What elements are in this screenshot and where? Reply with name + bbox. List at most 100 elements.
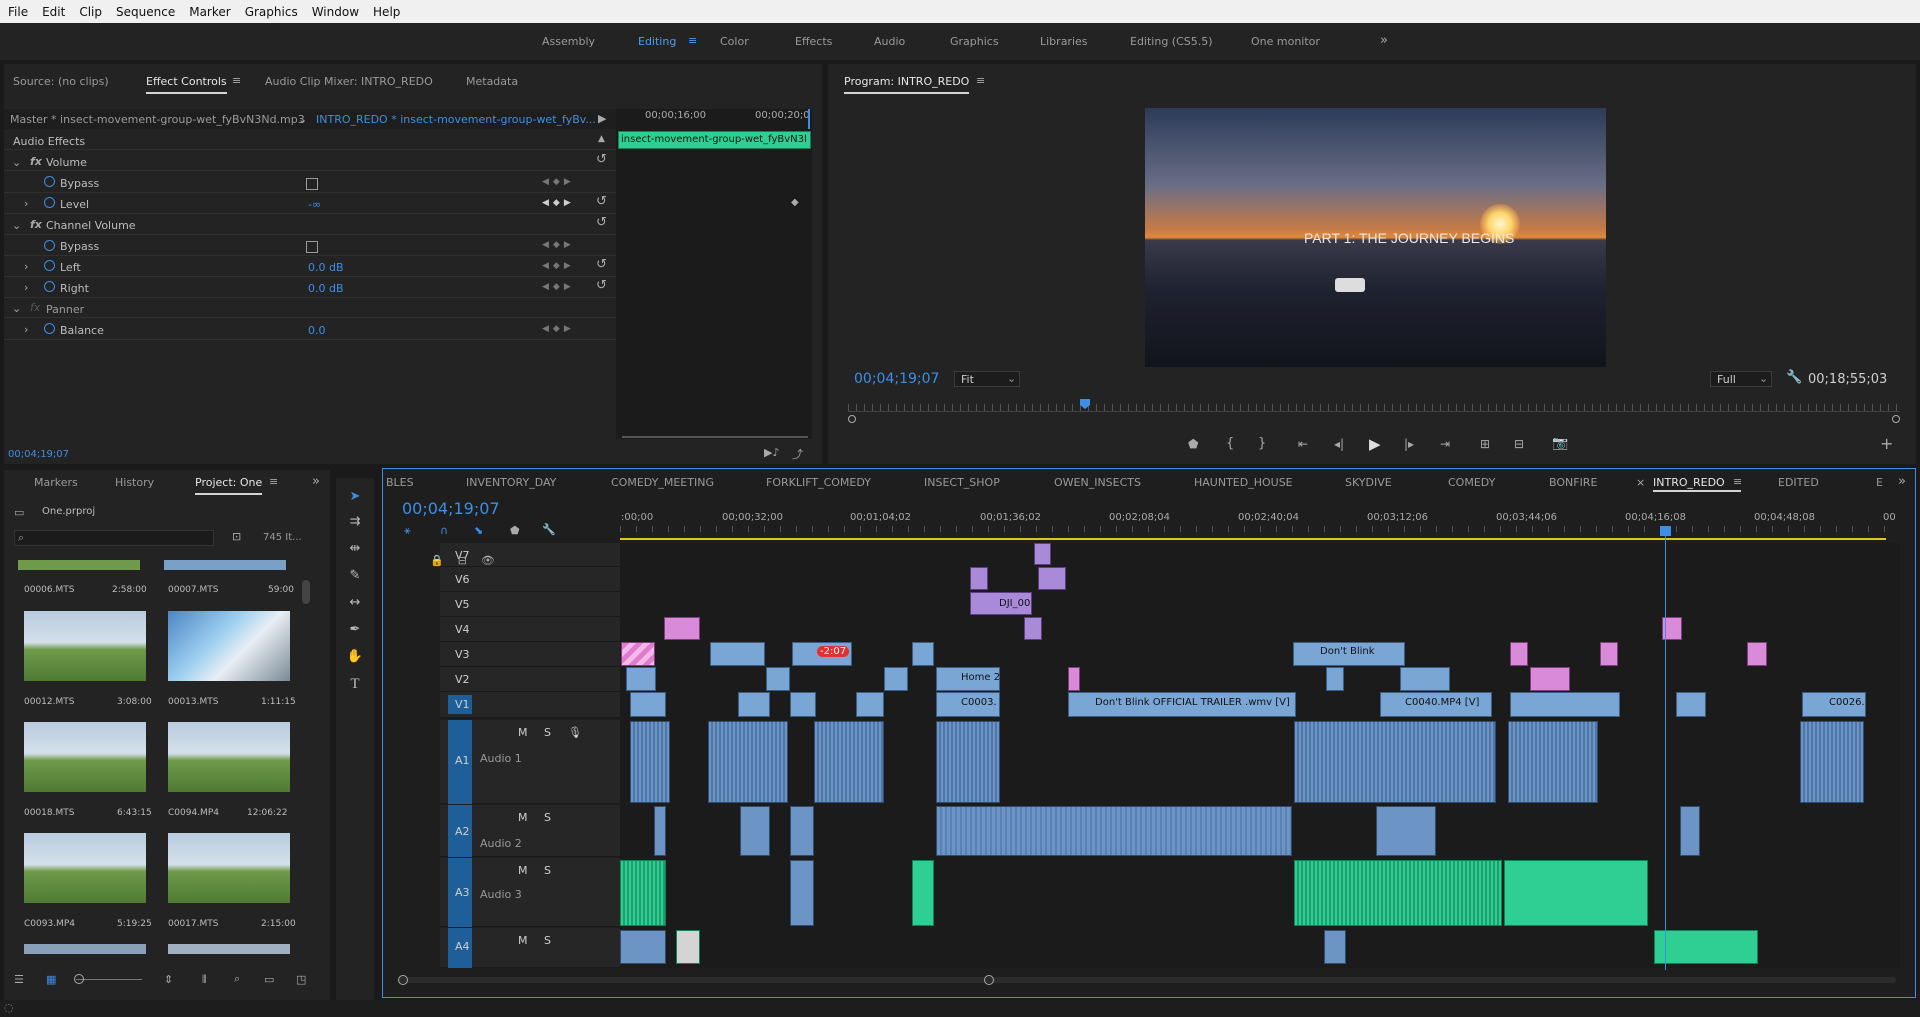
mini-playhead[interactable]: [808, 109, 810, 129]
program-video-frame[interactable]: PART 1: THE JOURNEY BEGINS: [1145, 108, 1606, 367]
panel-menu-icon[interactable]: ≡: [232, 74, 241, 87]
timeline-clip[interactable]: [664, 617, 700, 640]
selection-tool-icon[interactable]: ➤: [346, 489, 364, 507]
keyframe-nav[interactable]: ◀◆▶: [542, 198, 575, 208]
menu-graphics[interactable]: Graphics: [245, 5, 298, 19]
audio-clip[interactable]: [790, 860, 814, 926]
track-id[interactable]: A4: [455, 940, 470, 953]
sequence-tab[interactable]: COMEDY_MEETING: [611, 476, 714, 489]
timeline-clip[interactable]: [1676, 692, 1706, 717]
reset-icon[interactable]: ↺: [596, 152, 607, 167]
timeline-timecode[interactable]: 00;04;19;07: [402, 499, 500, 518]
expand-chevron-icon[interactable]: ›: [24, 323, 28, 336]
quality-dropdown[interactable]: Full ⌄: [1710, 371, 1772, 387]
track-name[interactable]: Audio 3: [480, 888, 522, 901]
timeline-clip[interactable]: [912, 642, 934, 666]
stopwatch-icon[interactable]: [44, 281, 55, 292]
reset-icon[interactable]: ↺: [596, 278, 607, 293]
keyframe-nav[interactable]: ◀◆▶: [542, 177, 575, 187]
timeline-clip[interactable]: [738, 692, 770, 717]
workspace-editing[interactable]: Editing: [638, 35, 676, 48]
lift-icon[interactable]: ⊞: [1480, 437, 1490, 451]
timeline-clip[interactable]: [1600, 642, 1618, 666]
mute-button[interactable]: M: [518, 864, 528, 877]
timeline-clip[interactable]: C0026.: [1802, 692, 1866, 717]
workspace-effects[interactable]: Effects: [795, 35, 832, 48]
sequence-tab[interactable]: SKYDIVE: [1345, 476, 1392, 489]
level-value[interactable]: -∞: [308, 198, 321, 211]
timeline-clip[interactable]: [626, 667, 656, 691]
timeline-clip[interactable]: Don't Blink OFFICIAL TRAILER .wmv [V]: [1068, 692, 1296, 717]
balance-value[interactable]: 0.0: [308, 324, 326, 337]
sort-icon[interactable]: ⇕: [164, 973, 173, 986]
stopwatch-icon[interactable]: [44, 323, 55, 334]
wrench-icon[interactable]: 🔧: [542, 523, 556, 536]
audio-clip[interactable]: [936, 806, 1292, 856]
zoom-slider[interactable]: [76, 979, 142, 980]
program-title[interactable]: Program: INTRO_REDO: [844, 75, 970, 94]
timeline-clip[interactable]: C0003.: [936, 692, 1000, 717]
panel-menu-icon[interactable]: ≡: [976, 74, 985, 87]
thumb-partial[interactable]: [168, 944, 290, 954]
sequence-clip-label[interactable]: INTRO_REDO * insect-movement-group-wet_f…: [316, 113, 596, 126]
audio-clip[interactable]: [676, 930, 700, 964]
snap-magnet-icon[interactable]: ∩: [440, 524, 448, 537]
play-audio-icon[interactable]: ▶♪: [764, 446, 779, 459]
audio-clip[interactable]: [630, 721, 670, 803]
reset-icon[interactable]: ↺: [596, 194, 607, 209]
mini-scrollbar[interactable]: [622, 436, 808, 438]
tab-effect-controls[interactable]: Effect Controls: [146, 75, 227, 94]
workspace-overflow-icon[interactable]: »: [1380, 33, 1388, 48]
thumb-partial[interactable]: [24, 944, 146, 954]
ripple-edit-tool-icon[interactable]: ⇹: [346, 541, 364, 559]
project-thumbnail[interactable]: [168, 722, 290, 792]
tab-markers[interactable]: Markers: [34, 476, 78, 489]
project-thumbnail[interactable]: [24, 722, 146, 792]
go-to-out-icon[interactable]: ⇥: [1440, 437, 1450, 451]
solo-button[interactable]: S: [544, 864, 551, 877]
mute-button[interactable]: M: [518, 934, 528, 947]
timeline-playhead[interactable]: [1665, 530, 1666, 970]
panel-menu-icon[interactable]: ≡: [269, 475, 278, 488]
timeline-clip[interactable]: [1510, 692, 1620, 717]
slip-tool-icon[interactable]: ↔: [346, 595, 364, 613]
audio-clip[interactable]: [1508, 721, 1598, 803]
sequence-tab[interactable]: EDITED: [1778, 476, 1819, 489]
sequence-tab[interactable]: OWEN_INSECTS: [1054, 476, 1141, 489]
panel-overflow-icon[interactable]: »: [312, 474, 320, 489]
keyframe-nav[interactable]: ◀◆▶: [542, 240, 575, 250]
keyframe-nav[interactable]: ◀◆▶: [542, 324, 575, 334]
expand-chevron-icon[interactable]: ›: [24, 197, 28, 210]
zoom-slider-handle[interactable]: [74, 974, 84, 984]
mute-button[interactable]: M: [518, 726, 528, 739]
nest-icon[interactable]: ⚹: [404, 524, 411, 538]
export-icon[interactable]: ⤴: [792, 446, 803, 462]
menu-file[interactable]: File: [8, 5, 28, 19]
mini-audio-clip[interactable]: insect-movement-group-wet_fyBvN3l: [618, 131, 811, 149]
timeline-scrollbar[interactable]: [398, 977, 1896, 983]
audio-clip[interactable]: [1376, 806, 1436, 856]
tab-history[interactable]: History: [115, 476, 154, 489]
solo-button[interactable]: S: [544, 811, 551, 824]
camera-icon[interactable]: 📷: [1552, 436, 1568, 451]
timeline-clip[interactable]: C0040.MP4 [V]: [1380, 692, 1492, 717]
timeline-clip[interactable]: [1024, 617, 1042, 640]
linked-selection-icon[interactable]: ⬊: [474, 524, 483, 537]
menu-help[interactable]: Help: [373, 5, 400, 19]
panel-menu-icon[interactable]: ≡: [1733, 475, 1742, 488]
new-bin-icon[interactable]: ⊡: [232, 530, 241, 543]
project-search-input[interactable]: ⌕: [14, 530, 214, 546]
thumb-partial[interactable]: [18, 560, 140, 570]
audio-clip-green[interactable]: [1654, 930, 1758, 964]
tab-project[interactable]: Project: One: [195, 476, 263, 495]
timeline-clip[interactable]: [1510, 642, 1528, 666]
menu-marker[interactable]: Marker: [189, 5, 230, 19]
go-to-in-icon[interactable]: ⇤: [1298, 437, 1308, 451]
tab-source[interactable]: Source: (no clips): [13, 75, 109, 88]
step-forward-icon[interactable]: |▸: [1404, 437, 1414, 451]
timeline-clip[interactable]: [790, 692, 816, 717]
timeline-clip[interactable]: [1034, 543, 1051, 565]
expand-chevron-icon[interactable]: ⌄: [12, 219, 21, 232]
scrub-end-handle[interactable]: [1892, 415, 1900, 423]
mark-in-icon[interactable]: {: [1226, 436, 1234, 451]
